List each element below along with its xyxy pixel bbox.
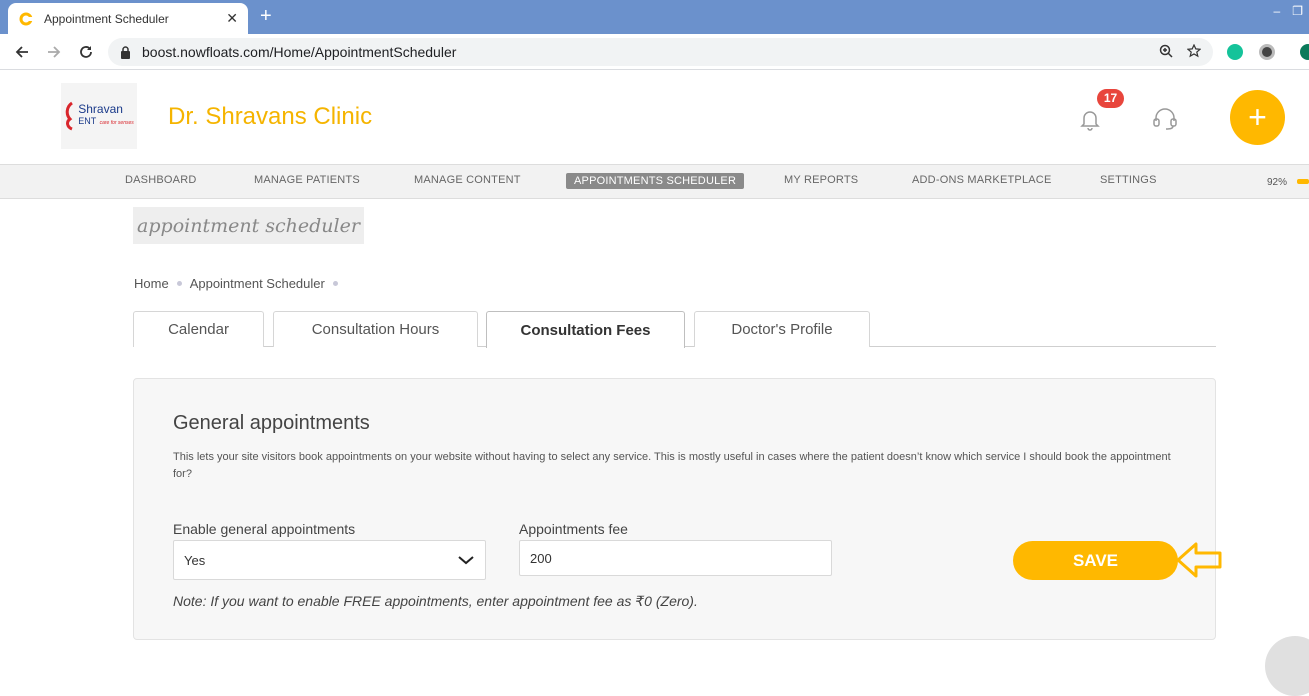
chat-widget-icon[interactable]: [1265, 636, 1309, 696]
minimize-icon[interactable]: –: [1274, 4, 1281, 18]
breadcrumb-current[interactable]: Appointment Scheduler: [190, 276, 325, 291]
nav-manage-patients[interactable]: MANAGE PATIENTS: [254, 174, 360, 186]
tab-consultation-fees[interactable]: Consultation Fees: [486, 311, 685, 348]
tab-consultation-hours[interactable]: Consultation Hours: [273, 311, 478, 347]
tab-calendar[interactable]: Calendar: [133, 311, 264, 347]
breadcrumb-home[interactable]: Home: [134, 276, 169, 291]
forward-arrow-icon[interactable]: [44, 42, 64, 62]
free-appointments-note: Note: If you want to enable FREE appoint…: [173, 593, 698, 609]
tab-doctors-profile[interactable]: Doctor's Profile: [694, 311, 870, 347]
restore-icon[interactable]: ❐: [1292, 4, 1303, 18]
section-description: This lets your site visitors book appoin…: [173, 451, 1171, 480]
logo-ear-icon: [65, 101, 74, 131]
clinic-logo[interactable]: Shravan ENT care for senses: [61, 83, 137, 149]
breadcrumb-separator: [176, 281, 182, 286]
site-header: Shravan ENT care for senses Dr. Shravans…: [0, 71, 1309, 163]
nav-settings[interactable]: SETTINGS: [1100, 174, 1157, 186]
page-title: appointment scheduler: [133, 207, 364, 244]
nav-dashboard[interactable]: DASHBOARD: [125, 174, 196, 186]
window-controls: – ❐: [1274, 4, 1303, 18]
profile-avatar[interactable]: [1300, 44, 1309, 60]
general-appointments-card: General appointments This lets your site…: [133, 378, 1216, 640]
address-bar-row: boost.nowfloats.com/Home/AppointmentSche…: [0, 34, 1309, 70]
logo-tagline: care for senses: [99, 119, 134, 126]
chevron-down-icon: [457, 553, 475, 568]
add-button[interactable]: +: [1230, 90, 1285, 145]
browser-tab-title: Appointment Scheduler: [44, 11, 169, 26]
save-button[interactable]: SAVE: [1013, 541, 1178, 580]
site-favicon-icon: [18, 11, 34, 27]
select-value: Yes: [184, 552, 206, 568]
notification-count-badge[interactable]: 17: [1097, 89, 1124, 108]
zoom-icon[interactable]: [1159, 44, 1173, 61]
pointer-arrow-icon: [1176, 542, 1222, 578]
extension-icon[interactable]: [1259, 44, 1275, 60]
breadcrumb: Home Appointment Scheduler: [134, 276, 346, 291]
section-title: General appointments: [173, 412, 370, 434]
nav-my-reports[interactable]: MY REPORTS: [784, 174, 858, 186]
url-bar[interactable]: boost.nowfloats.com/Home/AppointmentSche…: [108, 38, 1213, 66]
bookmark-star-icon[interactable]: [1186, 43, 1202, 61]
appointments-fee-label: Appointments fee: [519, 521, 628, 537]
reload-icon[interactable]: [76, 42, 96, 62]
close-tab-icon[interactable]: ✕: [226, 10, 238, 27]
support-headset-icon[interactable]: [1152, 107, 1178, 131]
main-nav: DASHBOARD MANAGE PATIENTS MANAGE CONTENT…: [0, 164, 1309, 199]
back-arrow-icon[interactable]: [12, 42, 32, 62]
lock-icon: [120, 45, 132, 59]
clinic-name[interactable]: Dr. Shravans Clinic: [168, 103, 372, 131]
browser-tabbar: Appointment Scheduler ✕ + – ❐: [0, 0, 1309, 34]
enable-general-appointments-select[interactable]: Yes: [173, 540, 486, 580]
browser-tab[interactable]: Appointment Scheduler ✕: [8, 3, 248, 34]
grammarly-extension-icon[interactable]: [1227, 44, 1243, 60]
breadcrumb-separator: [332, 281, 338, 286]
enable-general-appointments-label: Enable general appointments: [173, 521, 356, 537]
nav-add-ons-marketplace[interactable]: ADD-ONS MARKETPLACE: [912, 174, 1052, 186]
url-text: boost.nowfloats.com/Home/AppointmentSche…: [142, 44, 457, 60]
appointments-fee-input[interactable]: 200: [519, 540, 832, 576]
new-tab-icon[interactable]: +: [260, 6, 280, 26]
profile-completion-text: 92%: [1267, 177, 1288, 188]
nav-manage-content[interactable]: MANAGE CONTENT: [414, 174, 521, 186]
logo-name: Shravan: [78, 101, 123, 116]
notification-bell-icon[interactable]: [1078, 107, 1102, 131]
logo-ent: ENT: [78, 115, 97, 126]
profile-completion-bar: [1297, 179, 1309, 184]
nav-appointments-scheduler[interactable]: APPOINTMENTS SCHEDULER: [566, 173, 745, 189]
